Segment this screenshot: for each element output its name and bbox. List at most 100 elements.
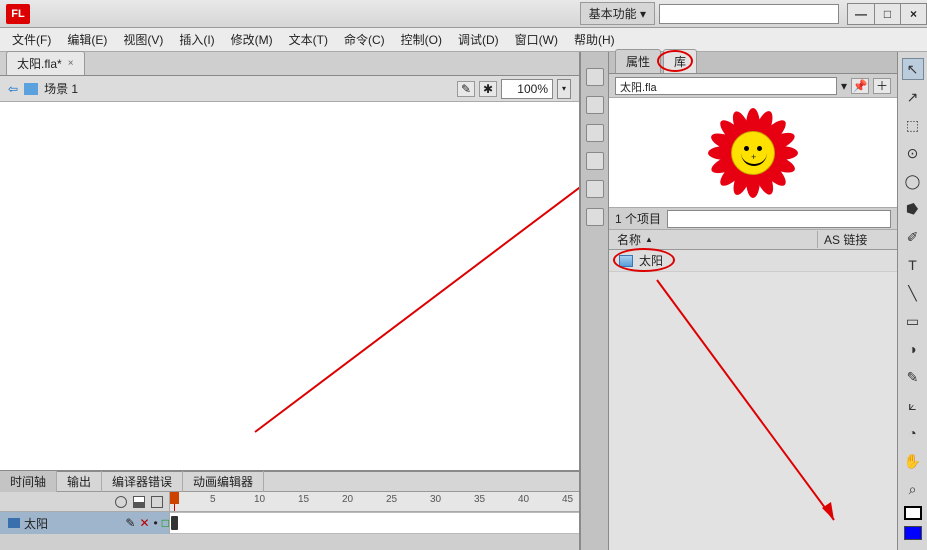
app-logo: FL — [6, 4, 30, 24]
tab-output[interactable]: 输出 — [57, 471, 102, 492]
tools-panel: ↖ ↗ ⬚ ⊙ ◯ ⭓ ✐ T ╲ ▭ ◑ ✎ ⟀ ◔ ✋ ⌕ — [897, 52, 927, 550]
menu-view[interactable]: 视图(V) — [115, 29, 171, 50]
stage[interactable] — [0, 102, 579, 470]
title-bar: FL 基本功能 ▾ — □ × — [0, 0, 927, 28]
lasso-tool[interactable]: ⊙ — [902, 142, 924, 164]
outline-icon[interactable] — [151, 496, 163, 508]
text-tool[interactable]: T — [902, 254, 924, 276]
pencil-tool[interactable]: ✐ — [902, 226, 924, 248]
eyedropper-tool[interactable]: ◔ — [902, 422, 924, 444]
tick: 20 — [342, 494, 353, 505]
menu-edit[interactable]: 编辑(E) — [59, 29, 115, 50]
minimize-button[interactable]: — — [848, 4, 874, 24]
tick: 15 — [298, 494, 309, 505]
menu-control[interactable]: 控制(O) — [393, 29, 450, 50]
zoom-input[interactable] — [501, 79, 553, 99]
tick: 25 — [386, 494, 397, 505]
timeline-layer[interactable]: 太阳 ✎ ✕ • □ — [0, 512, 170, 534]
tick: 40 — [518, 494, 529, 505]
annotation-circle — [613, 248, 675, 272]
oval-tool[interactable]: ◯ — [902, 170, 924, 192]
tab-compiler-errors[interactable]: 编译器错误 — [102, 471, 183, 492]
sort-icon: ▲ — [645, 235, 653, 244]
library-item-list: 太阳 — [609, 250, 897, 550]
scene-icon — [24, 83, 38, 95]
sunflower-symbol: + — [713, 113, 793, 193]
selection-tool[interactable]: ↖ — [902, 58, 924, 80]
menu-help[interactable]: 帮助(H) — [566, 29, 623, 50]
zoom-dropdown[interactable]: ▾ — [557, 79, 571, 99]
new-library-icon[interactable]: ＋ — [873, 78, 891, 94]
tick: 10 — [254, 494, 265, 505]
dock-color-icon[interactable] — [586, 68, 604, 86]
layer-pencil-icon: ✎ — [125, 516, 135, 530]
timeline-panel: 时间轴 输出 编译器错误 动画编辑器 1 5 10 15 20 25 — [0, 470, 579, 550]
timeline-ruler[interactable]: 1 5 10 15 20 25 30 35 40 45 — [170, 492, 579, 511]
keyframe[interactable] — [171, 516, 178, 530]
menu-file[interactable]: 文件(F) — [4, 29, 59, 50]
layer-dot-icon: • — [154, 516, 158, 530]
workspace-switcher[interactable]: 基本功能 ▾ — [580, 2, 655, 25]
paint-bucket-tool[interactable]: ◑ — [902, 338, 924, 360]
tab-properties[interactable]: 属性 — [615, 49, 661, 73]
layer-icon — [8, 518, 20, 528]
lock-icon[interactable] — [133, 496, 145, 508]
library-columns[interactable]: 名称 ▲ AS 链接 — [609, 230, 897, 250]
menu-insert[interactable]: 插入(I) — [171, 29, 222, 50]
close-icon[interactable]: × — [68, 58, 74, 69]
chevron-down-icon[interactable]: ▾ — [841, 79, 847, 93]
hand-tool[interactable]: ✋ — [902, 450, 924, 472]
library-preview: + — [609, 98, 897, 208]
menu-text[interactable]: 文本(T) — [281, 29, 336, 50]
library-document-selector[interactable]: 太阳.fla — [615, 77, 837, 95]
tab-timeline[interactable]: 时间轴 — [0, 471, 57, 492]
edit-symbol-icon[interactable]: ✱ — [479, 81, 497, 97]
subselection-tool[interactable]: ↗ — [902, 86, 924, 108]
playhead[interactable] — [174, 492, 175, 511]
workspace-label: 基本功能 — [589, 7, 637, 21]
dock-info-icon[interactable] — [586, 152, 604, 170]
stroke-color-swatch[interactable] — [904, 506, 922, 520]
line-tool[interactable]: ╲ — [902, 282, 924, 304]
menu-window[interactable]: 窗口(W) — [507, 29, 566, 50]
col-name: 名称 — [617, 231, 641, 248]
menu-modify[interactable]: 修改(M) — [223, 29, 281, 50]
frame-strip[interactable] — [170, 512, 579, 534]
chevron-down-icon: ▾ — [640, 7, 646, 21]
document-tab[interactable]: 太阳.fla* × — [6, 51, 85, 75]
dock-transform-icon[interactable] — [586, 180, 604, 198]
tab-motion-editor[interactable]: 动画编辑器 — [183, 471, 264, 492]
tick: 45 — [562, 494, 573, 505]
dock-align-icon[interactable] — [586, 124, 604, 142]
dock-library-icon[interactable] — [586, 208, 604, 226]
global-search-input[interactable] — [659, 4, 839, 24]
brush-tool[interactable]: ✎ — [902, 366, 924, 388]
layer-x-icon: ✕ — [139, 516, 149, 530]
layer-outline-icon: □ — [162, 516, 169, 530]
document-tab-label: 太阳.fla* — [17, 55, 62, 72]
menu-debug[interactable]: 调试(D) — [450, 29, 507, 50]
zoom-tool[interactable]: ⌕ — [902, 478, 924, 500]
tick: 5 — [210, 494, 216, 505]
pen-tool[interactable]: ⭓ — [902, 198, 924, 220]
close-button[interactable]: × — [900, 4, 926, 24]
layer-label: 太阳 — [24, 515, 48, 532]
document-tabs: 太阳.fla* × — [0, 52, 579, 76]
free-transform-tool[interactable]: ⬚ — [902, 114, 924, 136]
menu-bar: 文件(F) 编辑(E) 视图(V) 插入(I) 修改(M) 文本(T) 命令(C… — [0, 28, 927, 52]
col-link: AS 链接 — [817, 231, 897, 248]
bone-tool[interactable]: ⟀ — [902, 394, 924, 416]
tick: 35 — [474, 494, 485, 505]
panel-dock — [581, 52, 609, 550]
maximize-button[interactable]: □ — [874, 4, 900, 24]
library-search-input[interactable] — [667, 210, 891, 228]
dock-swatches-icon[interactable] — [586, 96, 604, 114]
scene-name: 场景 1 — [44, 80, 78, 97]
visibility-icon[interactable] — [115, 496, 127, 508]
menu-commands[interactable]: 命令(C) — [336, 29, 393, 50]
back-arrow-icon[interactable]: ⇦ — [8, 82, 18, 96]
fill-color-swatch[interactable] — [904, 526, 922, 540]
pin-icon[interactable]: 📌 — [851, 78, 869, 94]
rectangle-tool[interactable]: ▭ — [902, 310, 924, 332]
edit-scene-icon[interactable]: ✎ — [457, 81, 475, 97]
